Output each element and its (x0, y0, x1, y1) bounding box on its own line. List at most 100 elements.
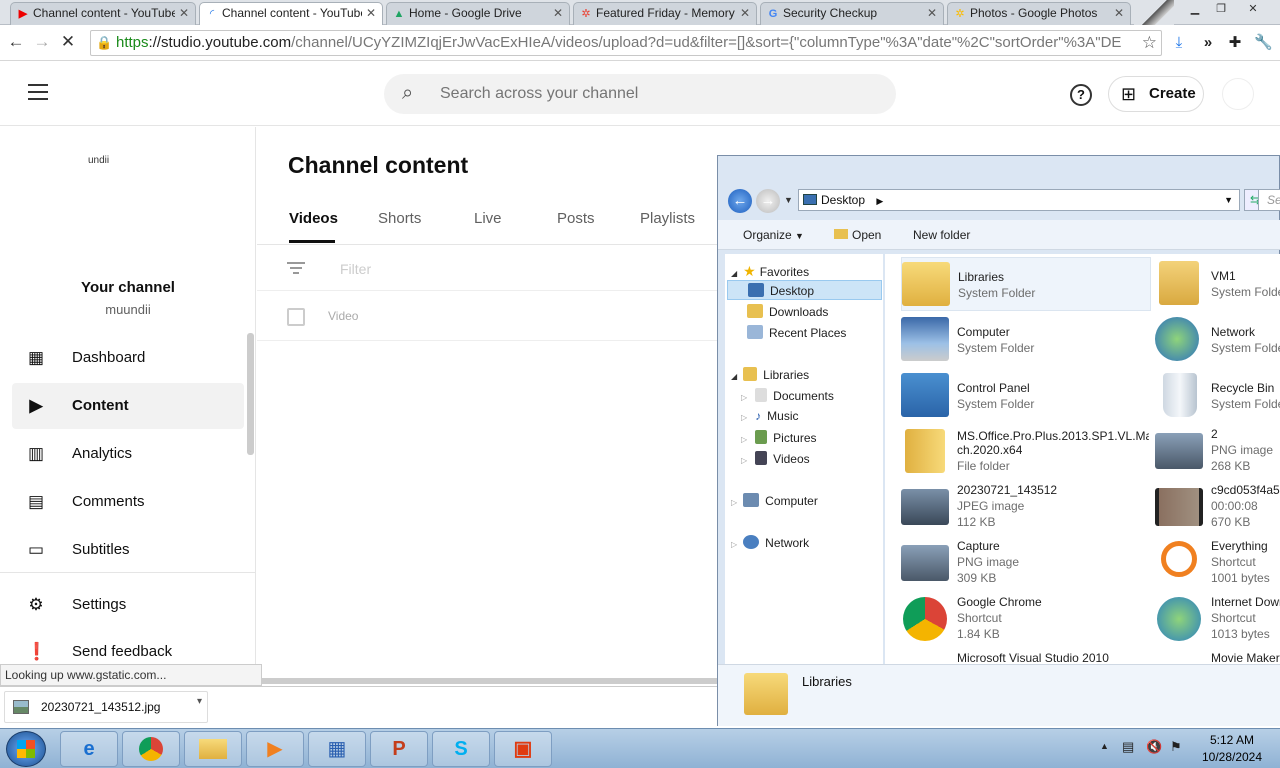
explorer-path-bar[interactable]: Desktop ▶ ▼ (798, 189, 1240, 211)
select-all-checkbox[interactable] (287, 308, 305, 326)
filter-input[interactable]: Filter (340, 261, 371, 277)
close-tab-icon[interactable]: ✕ (927, 3, 937, 24)
file-item[interactable]: 2 PNG image 268 KB (1155, 425, 1280, 479)
tree-videos[interactable]: ▷ Videos (741, 451, 810, 466)
wrench-icon[interactable]: 🔧 (1254, 34, 1273, 52)
channel-search[interactable]: ⌕ (384, 74, 896, 114)
help-icon[interactable]: ? (1070, 84, 1092, 106)
open-button[interactable]: Open (834, 228, 881, 242)
file-item[interactable]: Google Chrome Shortcut 1.84 KB (901, 593, 1151, 647)
forward-button[interactable]: → (30, 30, 54, 54)
tree-recent-places[interactable]: Recent Places (747, 325, 846, 340)
file-item[interactable]: Capture PNG image 309 KB (901, 537, 1151, 591)
close-tab-icon[interactable]: ✕ (553, 3, 563, 24)
organize-button[interactable]: Organize ▼ (743, 228, 804, 242)
sidebar-scrollbar[interactable] (247, 333, 254, 455)
back-button[interactable]: ← (4, 30, 28, 54)
more-extensions-icon[interactable]: » (1199, 34, 1217, 52)
minimize-button[interactable]: ▁ (1186, 2, 1204, 16)
chevron-down-icon[interactable]: ▼ (1224, 190, 1233, 210)
tab-featured-friday[interactable]: ✲ Featured Friday - Memory ✕ (573, 2, 757, 25)
search-input[interactable] (440, 82, 870, 106)
restore-button[interactable]: ❐ (1212, 2, 1230, 16)
file-item[interactable]: Network System Folde (1155, 313, 1280, 367)
nav-subtitles[interactable]: ▭ Subtitles (12, 527, 244, 573)
tree-computer[interactable]: ▷ Computer (731, 493, 818, 508)
office-icon[interactable]: ▣ (494, 731, 552, 767)
tab-youtube-2[interactable]: ◜ Channel content - YouTube ✕ (199, 2, 383, 25)
menu-icon[interactable] (28, 84, 48, 100)
chevron-down-icon[interactable]: ▾ (197, 696, 202, 707)
skype-icon[interactable]: S (432, 731, 490, 767)
control-panel-icon[interactable]: ▦ (308, 731, 366, 767)
clock-date[interactable]: 10/28/2024 (1192, 750, 1272, 764)
clock-time[interactable]: 5:12 AM (1192, 733, 1272, 747)
file-item[interactable]: Control Panel System Folder (901, 369, 1151, 423)
close-tab-icon[interactable]: ✕ (179, 3, 189, 24)
powerpoint-icon[interactable]: P (370, 731, 428, 767)
file-item[interactable]: Libraries System Folder (901, 257, 1151, 311)
create-button[interactable]: ⊞ Create (1108, 76, 1204, 112)
chrome-taskbar-button[interactable] (122, 731, 180, 767)
path-chevron-icon[interactable]: ▶ (876, 196, 883, 206)
file-item[interactable]: 20230721_143512 JPEG image 112 KB (901, 481, 1151, 535)
star-icon[interactable]: ☆ (1142, 33, 1157, 53)
puzzle-icon[interactable]: ✚ (1226, 34, 1244, 52)
tree-libraries[interactable]: ◢ Libraries (731, 367, 809, 382)
file-item[interactable]: Microsoft Visual Studio 2010 (901, 649, 1151, 664)
start-button[interactable] (6, 731, 46, 767)
tree-favorites[interactable]: ◢ ★ Favorites (731, 263, 809, 280)
file-item[interactable]: MS.Office.Pro.Plus.2013.SP1.VL.Mar ch.20… (901, 425, 1151, 479)
tab-live[interactable]: Live (474, 210, 502, 227)
back-arrow-icon[interactable]: ← (728, 189, 752, 213)
internet-explorer-icon[interactable]: e (60, 731, 118, 767)
tree-desktop[interactable]: Desktop (727, 280, 882, 300)
tree-pictures[interactable]: ▷ Pictures (741, 430, 817, 445)
close-tab-icon[interactable]: ✕ (1114, 3, 1124, 24)
tab-posts[interactable]: Posts (557, 210, 595, 227)
nav-settings[interactable]: ⚙ Settings (12, 582, 244, 628)
nav-dashboard[interactable]: ▦ Dashboard (12, 335, 244, 381)
new-folder-button[interactable]: New folder (913, 228, 970, 242)
history-dropdown-icon[interactable]: ▼ (784, 195, 793, 205)
file-item[interactable]: VM1 System Folde (1155, 257, 1280, 311)
show-hidden-icons[interactable]: ▲ (1100, 741, 1109, 751)
tab-youtube-1[interactable]: ▶ Channel content - YouTube ✕ (10, 2, 196, 25)
media-player-icon[interactable]: ▶ (246, 731, 304, 767)
filter-icon[interactable] (287, 262, 305, 274)
path-segment[interactable]: Desktop (821, 193, 865, 207)
nav-analytics[interactable]: ▥ Analytics (12, 431, 244, 477)
close-window-button[interactable]: ✕ (1244, 2, 1262, 16)
download-item[interactable]: 20230721_143512.jpg ▾ (4, 691, 208, 723)
network-tray-icon[interactable]: ▤ (1122, 739, 1134, 755)
action-center-icon[interactable]: ⚑ (1170, 739, 1182, 755)
stop-button[interactable]: ✕ (56, 30, 80, 54)
file-item[interactable]: Recycle Bin System Folde (1155, 369, 1280, 423)
tree-downloads[interactable]: Downloads (747, 304, 828, 319)
forward-arrow-icon[interactable]: → (756, 189, 780, 213)
file-item[interactable]: c9cd053f4a5e 00:00:08 670 KB (1155, 481, 1280, 535)
volume-muted-icon[interactable]: 🔇 (1146, 739, 1162, 755)
tab-playlists[interactable]: Playlists (640, 210, 695, 227)
tree-network[interactable]: ▷ Network (731, 535, 809, 550)
tree-documents[interactable]: ▷ Documents (741, 388, 834, 403)
avatar[interactable] (1222, 78, 1254, 110)
tab-videos[interactable]: Videos (289, 210, 338, 227)
close-tab-icon[interactable]: ✕ (740, 3, 750, 24)
file-item[interactable]: Movie Maker (1155, 649, 1280, 664)
explorer-taskbar-button[interactable] (184, 731, 242, 767)
horizontal-scrollbar[interactable] (262, 678, 718, 684)
tab-security-checkup[interactable]: G Security Checkup ✕ (760, 2, 944, 25)
url-text[interactable]: https://studio.youtube.com/channel/UCyYZ… (116, 31, 1126, 55)
tab-google-photos[interactable]: ✲ Photos - Google Photos ✕ (947, 2, 1131, 25)
file-item[interactable]: Internet Dowr Shortcut 1013 bytes (1155, 593, 1280, 647)
new-tab-area[interactable] (1134, 0, 1174, 25)
download-icon[interactable]: ⤓ (1170, 34, 1188, 52)
file-item[interactable]: Computer System Folder (901, 313, 1151, 367)
tab-shorts[interactable]: Shorts (378, 210, 421, 227)
tree-music[interactable]: ▷ ♪ Music (741, 409, 799, 423)
address-bar[interactable]: 🔒 https://studio.youtube.com/channel/UCy… (90, 30, 1162, 56)
nav-content[interactable]: ▶ Content (12, 383, 244, 429)
close-tab-icon[interactable]: ✕ (366, 3, 376, 24)
nav-comments[interactable]: ▤ Comments (12, 479, 244, 525)
